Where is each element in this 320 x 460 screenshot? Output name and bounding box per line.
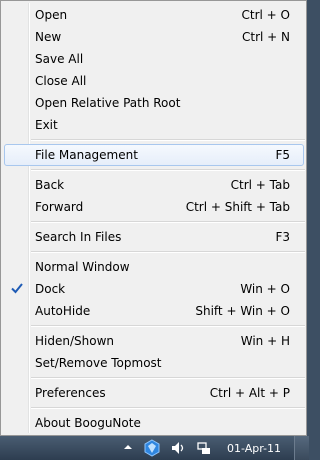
menu-item-shortcut: Win + O: [240, 282, 290, 296]
network-icon[interactable]: [196, 440, 212, 456]
menu-item-open[interactable]: Open Ctrl + O: [4, 4, 304, 26]
menu-item-label: AutoHide: [35, 304, 91, 318]
menu-item-hiden-shown[interactable]: Hiden/Shown Win + H: [4, 330, 304, 352]
menu-separator: [31, 139, 305, 141]
menu-separator: [31, 377, 305, 379]
menu-item-shortcut: F5: [275, 148, 290, 162]
context-menu: Open Ctrl + O New Ctrl + N Save All Clos…: [0, 0, 307, 436]
menu-item-label: New: [35, 30, 62, 44]
menu-item-label: Open: [35, 8, 68, 22]
menu-item-label: Search In Files: [35, 230, 122, 244]
menu-item-close-all[interactable]: Close All: [4, 70, 304, 92]
menu-separator: [31, 221, 305, 223]
menu-separator: [31, 407, 305, 409]
menu-item-label: Close All: [35, 74, 87, 88]
menu-item-shortcut: Ctrl + O: [241, 8, 290, 22]
menu-item-forward[interactable]: Forward Ctrl + Shift + Tab: [4, 196, 304, 218]
menu-item-exit[interactable]: Exit: [4, 114, 304, 136]
menu-item-label: Open Relative Path Root: [35, 96, 181, 110]
menu-item-label: Forward: [35, 200, 84, 214]
menu-item-shortcut: Shift + Win + O: [195, 304, 290, 318]
menu-item-about-boogunote[interactable]: About BooguNote: [4, 412, 304, 434]
menu-item-label: Normal Window: [35, 260, 130, 274]
menu-separator: [31, 169, 305, 171]
show-hidden-icons-icon[interactable]: [123, 442, 133, 452]
menu-separator: [31, 325, 305, 327]
menu-item-back[interactable]: Back Ctrl + Tab: [4, 174, 304, 196]
menu-item-shortcut: Ctrl + N: [241, 30, 290, 44]
boogunote-tray-icon[interactable]: [142, 438, 162, 458]
menu-item-file-management[interactable]: File Management F5: [4, 144, 304, 166]
menu-item-new[interactable]: New Ctrl + N: [4, 26, 304, 48]
menu-item-search-in-files[interactable]: Search In Files F3: [4, 226, 304, 248]
menu-item-label: Hiden/Shown: [35, 334, 114, 348]
menu-item-label: Preferences: [35, 386, 106, 400]
menu-item-save-all[interactable]: Save All: [4, 48, 304, 70]
menu-item-shortcut: Ctrl + Shift + Tab: [185, 200, 290, 214]
menu-item-label: File Management: [35, 148, 138, 162]
menu-item-shortcut: Ctrl + Alt + P: [209, 386, 290, 400]
menu-item-label: Save All: [35, 52, 84, 66]
menu-item-shortcut: Win + H: [240, 334, 290, 348]
taskbar: 01-Apr-11: [0, 436, 309, 460]
menu-item-dock[interactable]: Dock Win + O: [4, 278, 304, 300]
volume-icon[interactable]: [170, 440, 186, 456]
menu-separator: [31, 251, 305, 253]
menu-item-normal-window[interactable]: Normal Window: [4, 256, 304, 278]
menu-item-shortcut: Ctrl + Tab: [230, 178, 290, 192]
menu-item-autohide[interactable]: AutoHide Shift + Win + O: [4, 300, 304, 322]
menu-item-preferences[interactable]: Preferences Ctrl + Alt + P: [4, 382, 304, 404]
show-desktop-button[interactable]: [294, 436, 309, 460]
menu-item-shortcut: F3: [275, 230, 290, 244]
menu-item-label: Back: [35, 178, 65, 192]
checkmark-icon: [11, 283, 23, 294]
menu-item-open-relative-path-root[interactable]: Open Relative Path Root: [4, 92, 304, 114]
taskbar-date[interactable]: 01-Apr-11: [227, 442, 281, 455]
menu-item-set-remove-topmost[interactable]: Set/Remove Topmost: [4, 352, 304, 374]
menu-item-label: Dock: [35, 282, 66, 296]
menu-item-label: Set/Remove Topmost: [35, 356, 162, 370]
menu-item-label: About BooguNote: [35, 416, 141, 430]
menu-item-label: Exit: [35, 118, 58, 132]
